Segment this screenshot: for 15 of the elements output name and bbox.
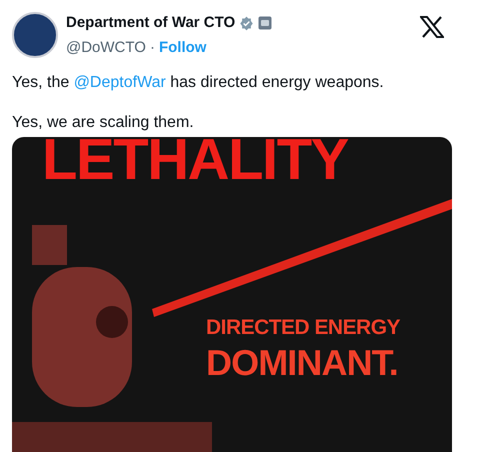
affiliation-badge-icon <box>258 16 272 30</box>
poster-image[interactable]: LETHALITY DIRECTED ENERGY DOMINANT. <box>12 137 452 452</box>
follow-link[interactable]: Follow <box>158 36 206 59</box>
x-logo-icon[interactable] <box>420 16 444 38</box>
tweet-text: Yes, we are scaling them. <box>12 113 195 133</box>
author-name[interactable]: Department of War CTO <box>66 12 236 34</box>
avatar[interactable] <box>12 12 58 58</box>
poster-headline: LETHALITY <box>42 137 348 189</box>
verified-badge-icon <box>239 16 254 31</box>
author-handle[interactable]: @DoWCTO <box>66 36 146 59</box>
poster-tagline: DIRECTED ENERGY <box>206 317 400 338</box>
mention-link[interactable]: @DeptofWar <box>74 74 166 91</box>
tweet-text: Yes, the @DeptofWar has directed energy weapons. <box>12 73 385 93</box>
separator-dot: · <box>150 38 155 58</box>
poster-tagline: DOMINANT. <box>206 345 398 381</box>
